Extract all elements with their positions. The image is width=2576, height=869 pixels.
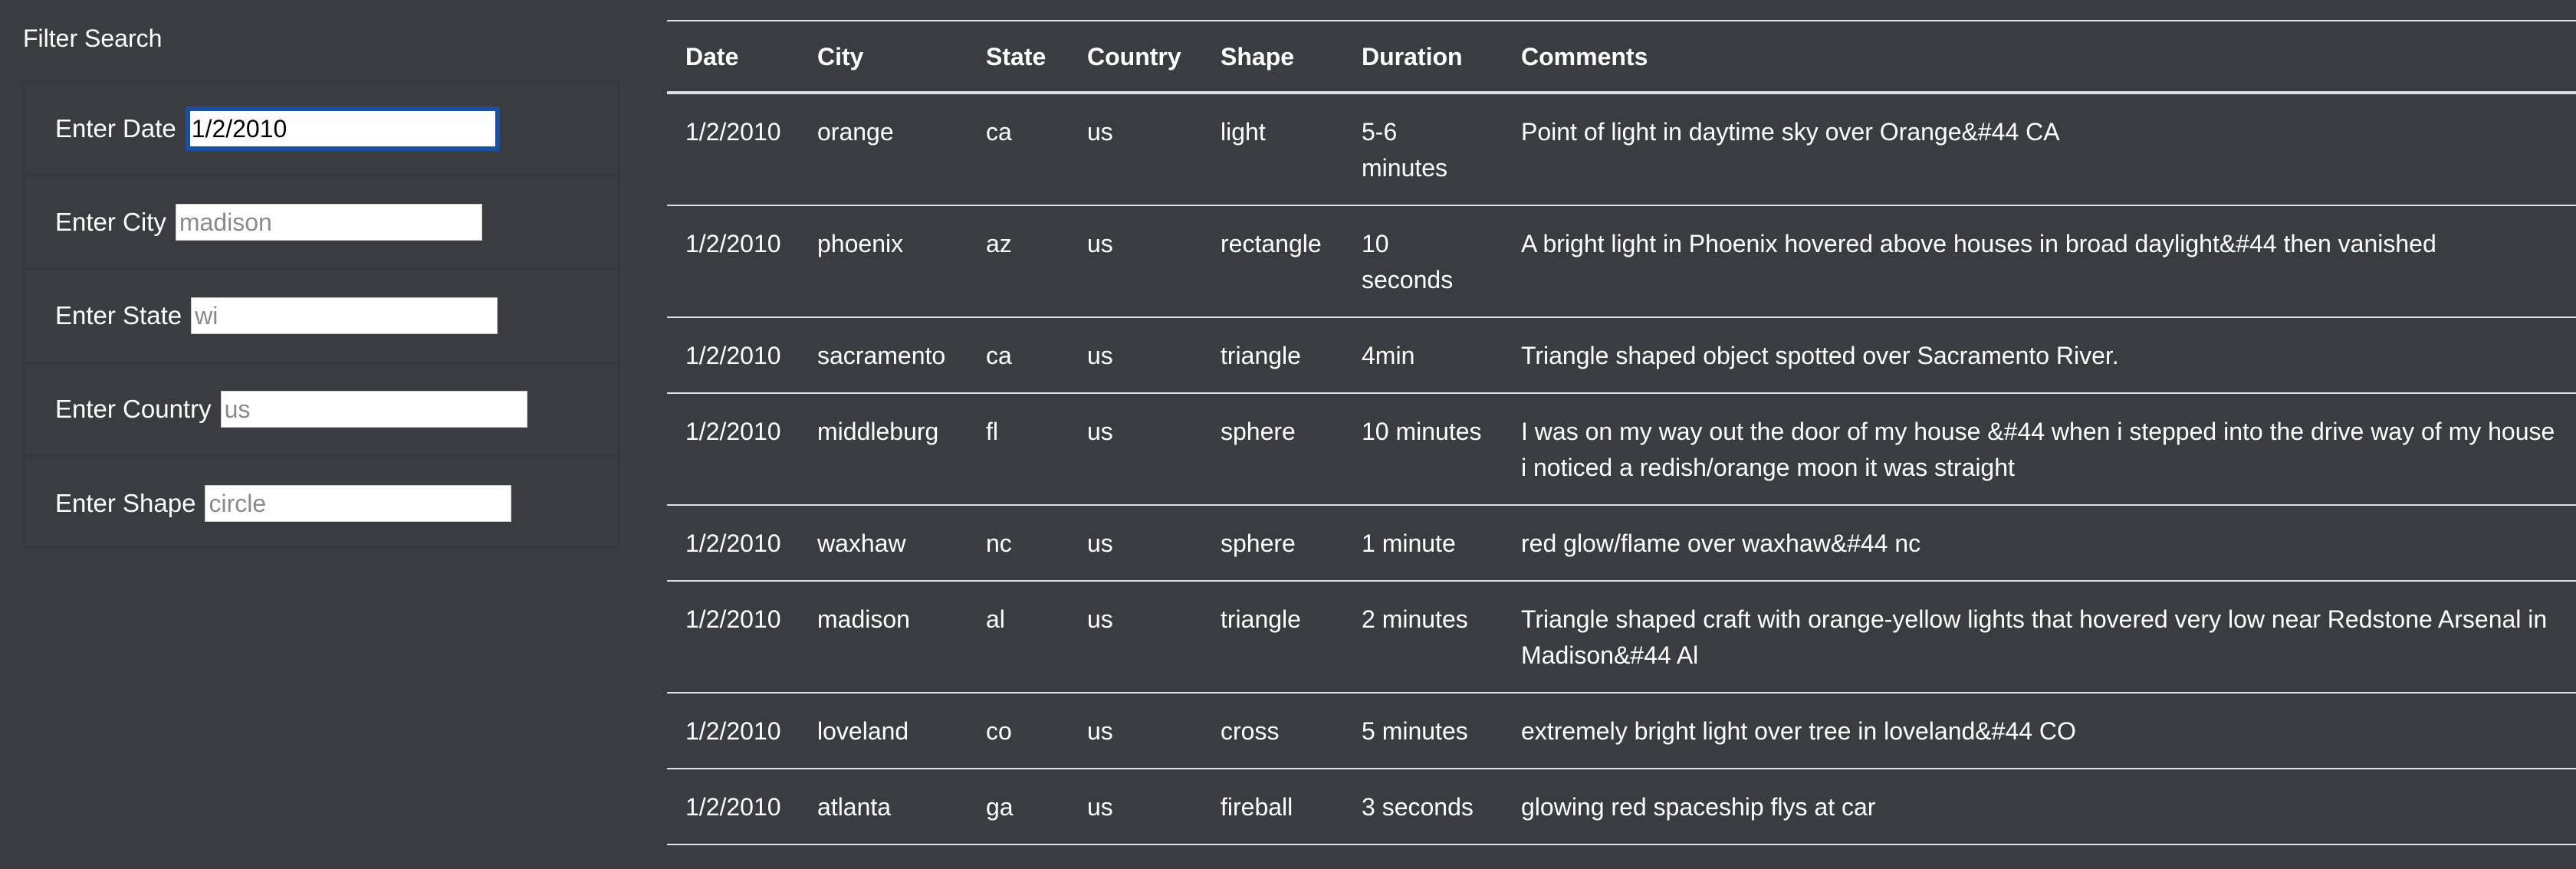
- table-header-row: Date City State Country Shape Duration C…: [667, 20, 2576, 94]
- cell-comments: Point of light in daytime sky over Orang…: [1503, 93, 2576, 206]
- table-row: 1/2/2010 loveland co us cross 5 minutes …: [667, 693, 2576, 769]
- ufo-sightings-table: Date City State Country Shape Duration C…: [667, 20, 2576, 845]
- filter-row-city: Enter City: [25, 176, 618, 270]
- header-date: Date: [667, 20, 799, 94]
- cell-date: 1/2/2010: [667, 317, 799, 394]
- cell-date: 1/2/2010: [667, 205, 799, 318]
- country-label: Enter Country: [55, 395, 212, 423]
- cell-state: al: [968, 581, 1069, 694]
- cell-city: atlanta: [799, 769, 968, 845]
- date-label: Enter Date: [55, 114, 176, 143]
- filter-row-shape: Enter Shape: [25, 457, 618, 550]
- filter-row-country: Enter Country: [25, 363, 618, 457]
- table-row: 1/2/2010 phoenix az us rectangle 10 seco…: [667, 205, 2576, 318]
- table-row: 1/2/2010 sacramento ca us triangle 4min …: [667, 317, 2576, 394]
- cell-shape: fireball: [1202, 769, 1343, 845]
- cell-country: us: [1069, 317, 1202, 394]
- cell-state: az: [968, 205, 1069, 318]
- cell-city: loveland: [799, 693, 968, 769]
- cell-city: sacramento: [799, 317, 968, 394]
- cell-country: us: [1069, 205, 1202, 318]
- state-label: Enter State: [55, 301, 182, 330]
- header-city: City: [799, 20, 968, 94]
- cell-country: us: [1069, 581, 1202, 694]
- cell-date: 1/2/2010: [667, 93, 799, 206]
- cell-comments: extremely bright light over tree in love…: [1503, 693, 2576, 769]
- cell-state: fl: [968, 393, 1069, 506]
- cell-country: us: [1069, 93, 1202, 206]
- cell-shape: cross: [1202, 693, 1343, 769]
- cell-date: 1/2/2010: [667, 581, 799, 694]
- cell-comments: I was on my way out the door of my house…: [1503, 393, 2576, 506]
- cell-shape: triangle: [1202, 317, 1343, 394]
- header-country: Country: [1069, 20, 1202, 94]
- filter-panel: Enter Date Enter City Enter State Enter …: [23, 81, 619, 547]
- shape-label: Enter Shape: [55, 489, 196, 517]
- cell-city: orange: [799, 93, 968, 206]
- cell-country: us: [1069, 393, 1202, 506]
- cell-comments: red glow/flame over waxhaw&#44 nc: [1503, 505, 2576, 582]
- cell-date: 1/2/2010: [667, 505, 799, 582]
- filter-sidebar: Filter Search Enter Date Enter City Ente…: [0, 0, 644, 869]
- cell-city: phoenix: [799, 205, 968, 318]
- state-input[interactable]: [191, 297, 498, 334]
- table-row: 1/2/2010 middleburg fl us sphere 10 minu…: [667, 393, 2576, 506]
- filter-title: Filter Search: [23, 25, 163, 52]
- cell-duration: 2 minutes: [1343, 581, 1503, 694]
- table-row: 1/2/2010 atlanta ga us fireball 3 second…: [667, 769, 2576, 845]
- cell-shape: light: [1202, 93, 1343, 206]
- cell-city: waxhaw: [799, 505, 968, 582]
- header-state: State: [968, 20, 1069, 94]
- cell-duration: 3 seconds: [1343, 769, 1503, 845]
- shape-input[interactable]: [205, 485, 512, 522]
- cell-duration: 1 minute: [1343, 505, 1503, 582]
- country-input[interactable]: [220, 391, 527, 428]
- cell-state: ca: [968, 93, 1069, 206]
- cell-duration: 10 seconds: [1343, 205, 1503, 318]
- table-row: 1/2/2010 orange ca us light 5-6 minutes …: [667, 93, 2576, 206]
- cell-state: ca: [968, 317, 1069, 394]
- cell-comments: Triangle shaped object spotted over Sacr…: [1503, 317, 2576, 394]
- cell-duration: 10 minutes: [1343, 393, 1503, 506]
- city-label: Enter City: [55, 208, 166, 236]
- header-comments: Comments: [1503, 20, 2576, 94]
- cell-comments: glowing red spaceship flys at car: [1503, 769, 2576, 845]
- header-duration: Duration: [1343, 20, 1503, 94]
- cell-city: middleburg: [799, 393, 968, 506]
- cell-shape: triangle: [1202, 581, 1343, 694]
- cell-date: 1/2/2010: [667, 769, 799, 845]
- filter-row-state: Enter State: [25, 270, 618, 363]
- cell-state: nc: [968, 505, 1069, 582]
- cell-shape: sphere: [1202, 505, 1343, 582]
- cell-city: madison: [799, 581, 968, 694]
- cell-shape: sphere: [1202, 393, 1343, 506]
- cell-comments: Triangle shaped craft with orange-yellow…: [1503, 581, 2576, 694]
- cell-date: 1/2/2010: [667, 393, 799, 506]
- ufo-table-container: Date City State Country Shape Duration C…: [667, 20, 2576, 845]
- cell-duration: 5 minutes: [1343, 693, 1503, 769]
- cell-state: ga: [968, 769, 1069, 845]
- cell-comments: A bright light in Phoenix hovered above …: [1503, 205, 2576, 318]
- cell-country: us: [1069, 769, 1202, 845]
- cell-date: 1/2/2010: [667, 693, 799, 769]
- date-input[interactable]: [185, 107, 500, 151]
- filter-row-date: Enter Date: [25, 83, 618, 176]
- city-input[interactable]: [175, 204, 482, 241]
- table-row: 1/2/2010 madison al us triangle 2 minute…: [667, 581, 2576, 694]
- cell-duration: 4min: [1343, 317, 1503, 394]
- cell-country: us: [1069, 693, 1202, 769]
- cell-country: us: [1069, 505, 1202, 582]
- cell-shape: rectangle: [1202, 205, 1343, 318]
- cell-state: co: [968, 693, 1069, 769]
- cell-duration: 5-6 minutes: [1343, 93, 1503, 206]
- table-row: 1/2/2010 waxhaw nc us sphere 1 minute re…: [667, 505, 2576, 582]
- header-shape: Shape: [1202, 20, 1343, 94]
